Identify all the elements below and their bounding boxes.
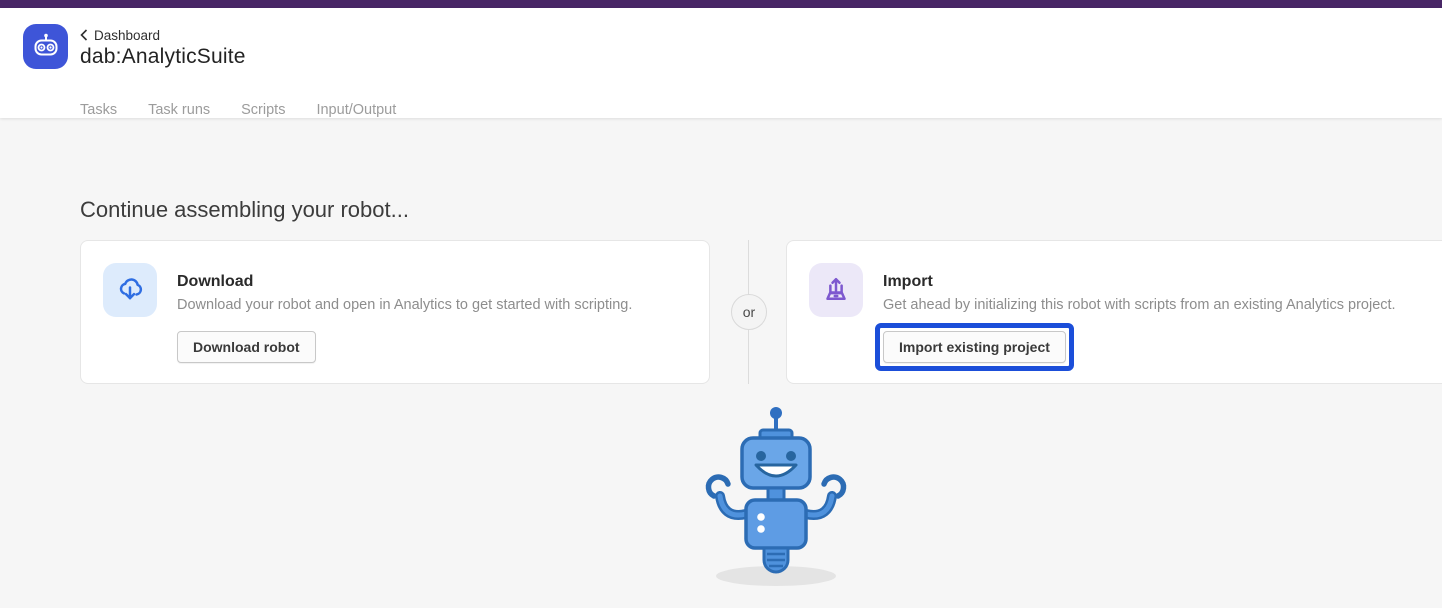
or-divider-badge: or <box>731 294 767 330</box>
upload-icon <box>809 263 863 317</box>
import-button-highlight-annotation: Import existing project <box>875 323 1074 371</box>
robot-logo-icon <box>23 24 68 69</box>
robot-mascot-illustration <box>690 402 862 595</box>
download-card-title: Download <box>177 273 253 291</box>
import-card-description: Get ahead by initializing this robot wit… <box>883 297 1396 313</box>
tab-bar: Tasks Task runs Scripts Input/Output <box>80 102 396 118</box>
tab-input-output[interactable]: Input/Output <box>316 102 396 118</box>
section-heading: Continue assembling your robot... <box>80 197 409 223</box>
cloud-download-icon <box>103 263 157 317</box>
breadcrumb-back-dashboard[interactable]: Dashboard <box>80 27 160 43</box>
breadcrumb-label: Dashboard <box>94 28 160 43</box>
app-header: Dashboard dab:AnalyticSuite Tasks Task r… <box>0 8 1442 118</box>
download-card-description: Download your robot and open in Analytic… <box>177 297 632 313</box>
import-card-title: Import <box>883 273 933 291</box>
page-title: dab:AnalyticSuite <box>80 45 246 69</box>
download-card: Download Download your robot and open in… <box>80 240 710 384</box>
top-accent-bar <box>0 0 1442 8</box>
tab-scripts[interactable]: Scripts <box>241 102 285 118</box>
chevron-left-icon <box>80 29 88 41</box>
tab-tasks[interactable]: Tasks <box>80 102 117 118</box>
download-robot-button[interactable]: Download robot <box>177 331 316 363</box>
import-existing-project-button[interactable]: Import existing project <box>883 331 1066 363</box>
tab-task-runs[interactable]: Task runs <box>148 102 210 118</box>
import-card: Import Get ahead by initializing this ro… <box>786 240 1442 384</box>
